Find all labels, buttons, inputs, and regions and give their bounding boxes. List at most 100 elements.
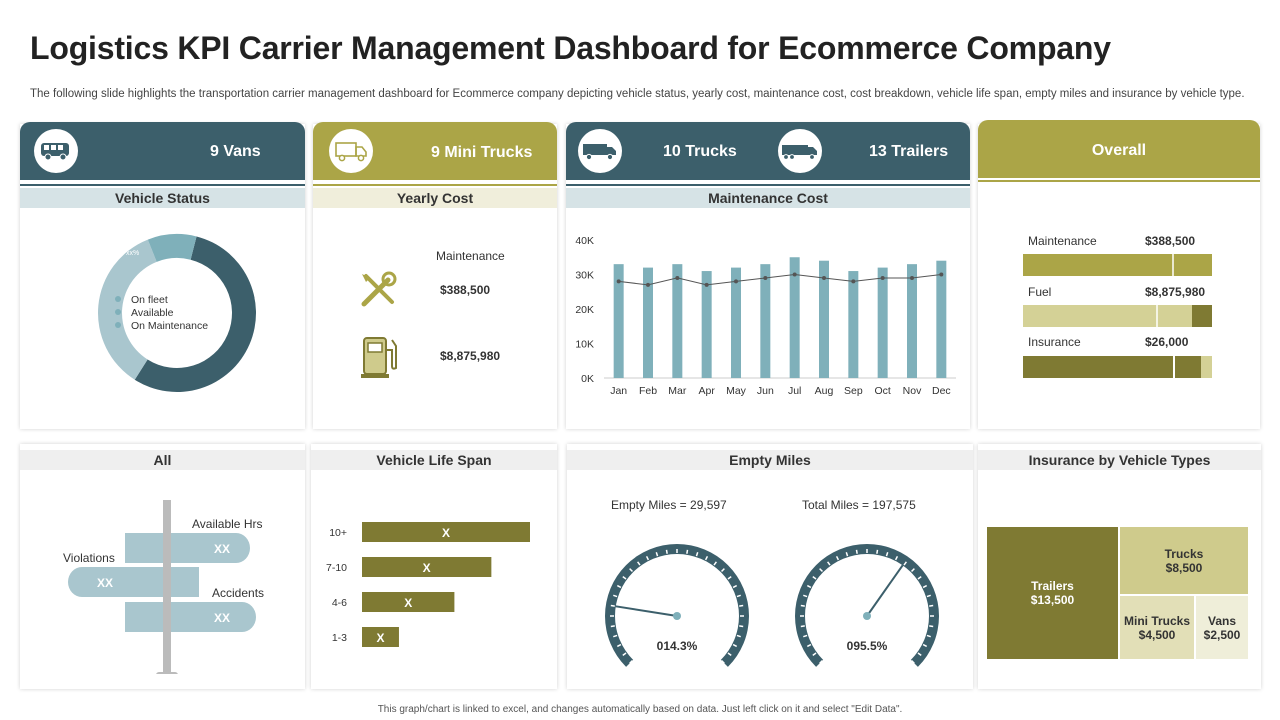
x-tick-label: Jun <box>757 385 774 397</box>
treemap-trailers: Trailers $13,500 <box>987 527 1118 659</box>
trend-point <box>616 279 621 284</box>
overall-fuel-bar <box>1023 305 1192 327</box>
treemap-vans-value: $2,500 <box>1203 627 1241 642</box>
maintenance-cost-heading: Maintenance Cost <box>566 188 970 208</box>
trend-point <box>910 275 914 280</box>
life-span-bar-text: X <box>442 526 450 540</box>
maintenance-bar <box>672 264 683 378</box>
x-tick-label: Jan <box>610 385 627 397</box>
treemap-mini-trucks: Mini Trucks $4,500 <box>1120 596 1194 659</box>
treemap-vans: Vans $2,500 <box>1196 596 1248 659</box>
trend-point <box>734 279 738 284</box>
donut-label-available: xx% <box>126 250 139 257</box>
all-card: All XX XX XX Available Hrs Violations Ac… <box>20 444 305 689</box>
treemap-trucks: Trucks $8,500 <box>1120 527 1248 594</box>
yearly-cost-card: 9 Mini Trucks Yearly Cost Maintenance $3… <box>313 122 557 429</box>
trucks-label: 10 Trucks <box>663 143 737 160</box>
overall-card: Overall Maintenance $388,500 Fuel $8,875… <box>978 120 1260 429</box>
life-span-bar-text: X <box>404 596 412 610</box>
treemap-trucks-value: $8,500 <box>1165 560 1203 575</box>
x-tick-label: Apr <box>698 385 715 397</box>
accidents-label: Accidents <box>212 586 264 600</box>
gauge-total-miles-needle <box>866 564 904 617</box>
trend-point <box>792 272 797 277</box>
overall-fuel-name: Fuel <box>1028 285 1051 299</box>
fuel-pump-icon <box>361 337 397 378</box>
vehicle-status-donut: xx% xx% xx% On fleet Available On Mainte… <box>90 234 256 392</box>
y-tick-label: 30K <box>575 270 594 282</box>
available-value: XX <box>214 542 230 556</box>
overall-label: Overall <box>1091 142 1147 159</box>
life-span-label: 10+ <box>329 527 347 539</box>
x-tick-label: May <box>726 385 747 397</box>
y-tick-label: 10K <box>575 339 594 351</box>
overall-insurance-value: $26,000 <box>1145 335 1189 349</box>
truck-icon <box>578 129 622 173</box>
life-span-bar-text: X <box>423 561 431 575</box>
maintenance-bar <box>907 264 917 378</box>
legend-dot-maintenance <box>115 322 121 328</box>
total-miles-label: Total Miles = 197,575 <box>802 498 916 512</box>
gauge-empty-miles-needle <box>615 605 678 617</box>
maintenance-cost-card: 10 Trucks 13 Trailers Maintenance Cost 0… <box>566 122 970 429</box>
life-span-heading: Vehicle Life Span <box>311 450 557 470</box>
vehicle-status-heading: Vehicle Status <box>20 188 305 208</box>
footer-note: This graph/chart is linked to excel, and… <box>377 704 903 715</box>
life-span-label: 4-6 <box>332 597 347 609</box>
y-tick-label: 40K <box>575 235 594 247</box>
mini-trucks-label: 9 Mini Trucks <box>431 144 533 161</box>
yearly-cost-heading: Yearly Cost <box>313 188 557 208</box>
legend-dot-available <box>115 309 121 315</box>
trend-point <box>939 272 944 277</box>
page-title: Logistics KPI Carrier Management Dashboa… <box>30 30 1111 66</box>
legend-maintenance: On Maintenance <box>131 320 208 332</box>
overall-insurance-name: Insurance <box>1028 335 1081 349</box>
empty-miles-label: Empty Miles = 29,597 <box>611 498 727 512</box>
y-tick-label: 20K <box>575 304 594 316</box>
violations-label: Violations <box>63 551 115 565</box>
x-tick-label: Aug <box>815 385 834 397</box>
x-tick-label: Mar <box>668 385 687 397</box>
trend-point <box>880 275 885 280</box>
maintenance-cost-chart: 0K 10K 20K 30K 40K Jan Feb Mar Apr May Jun Jul Aug Se… <box>575 235 956 397</box>
life-span-chart: 10+ X 7-10 X 4-6 X 1-3 X <box>326 522 530 647</box>
available-label: Available Hrs <box>192 517 262 531</box>
x-tick-label: Dec <box>932 385 951 397</box>
maintenance-bar <box>848 271 859 378</box>
donut-label-maintenance: xx% <box>90 339 103 346</box>
x-tick-label: Nov <box>903 385 922 397</box>
trailer-icon <box>778 129 822 173</box>
treemap-trucks-name: Trucks <box>1164 546 1204 561</box>
treemap-vans-name: Vans <box>1207 613 1237 628</box>
vehicle-status-card: 9 Vans Vehicle Status xx% xx% xx% On fle… <box>20 122 305 429</box>
gauge2-value: 095.5% <box>847 639 888 653</box>
yearly-fuel-value: $8,875,980 <box>440 349 501 363</box>
maintenance-trend-line <box>618 273 942 286</box>
x-tick-label: Oct <box>874 385 890 397</box>
sign-available <box>171 533 250 563</box>
treemap-trailers-name: Trailers <box>1031 579 1074 593</box>
treemap-mini-trucks-name: Mini Trucks <box>1123 613 1191 628</box>
mini-truck-icon <box>329 129 373 173</box>
yearly-maintenance-label: Maintenance <box>436 249 505 263</box>
life-span-card: Vehicle Life Span 10+ X 7-10 X 4-6 X 1-3 X <box>311 444 557 689</box>
donut-slice-maintenance <box>147 234 197 262</box>
gauges: 014.3% 095.5% <box>605 544 939 667</box>
trailers-label: 13 Trailers <box>869 143 949 160</box>
overall-cost-bars: Maintenance $388,500 Fuel $8,875,980 Ins… <box>1023 234 1212 378</box>
trend-point <box>646 282 650 287</box>
legend-available: Available <box>131 307 174 319</box>
trend-point <box>675 275 680 280</box>
maintenance-bar <box>731 267 741 378</box>
trend-point <box>763 275 768 280</box>
donut-label-fleet: xx% <box>218 301 231 308</box>
accidents-value: XX <box>214 611 230 625</box>
overall-fuel-value: $8,875,980 <box>1145 285 1205 299</box>
trend-point <box>822 275 826 280</box>
gauge1-value: 014.3% <box>657 639 698 653</box>
maintenance-bar <box>760 264 771 378</box>
overall-maintenance-name: Maintenance <box>1028 234 1097 248</box>
page-subtitle: The following slide highlights the trans… <box>30 88 1245 100</box>
van-icon <box>34 129 78 173</box>
x-tick-label: Sep <box>844 385 863 397</box>
